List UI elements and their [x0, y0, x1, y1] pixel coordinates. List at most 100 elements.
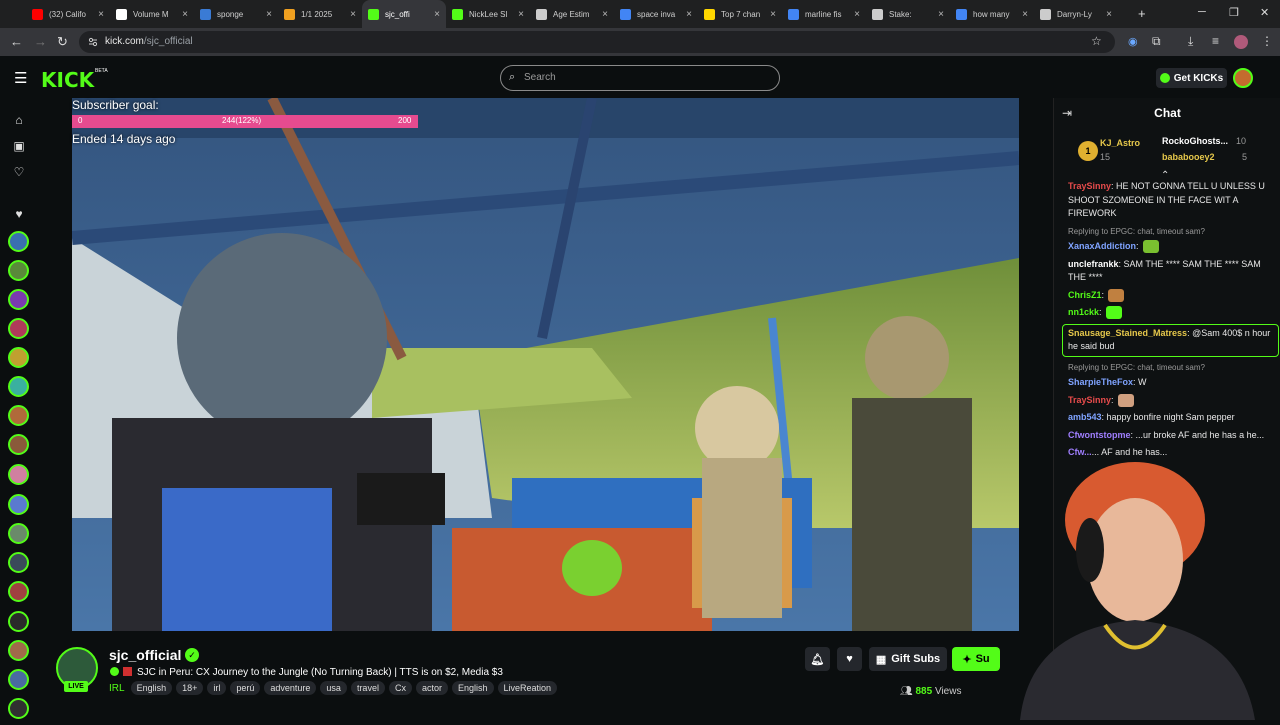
browse-icon[interactable]: ▣ [11, 138, 27, 154]
tag-chip[interactable]: usa [320, 681, 347, 695]
site-info-icon[interactable] [88, 37, 98, 47]
followed-channel-avatar[interactable] [8, 289, 29, 310]
tag-chip[interactable]: perú [230, 681, 261, 695]
close-tab-icon[interactable]: × [686, 9, 692, 20]
close-tab-icon[interactable]: × [1022, 9, 1028, 20]
hamburger-menu-icon[interactable]: ☰ [14, 69, 27, 87]
follow-heart-button[interactable]: ♥ [837, 647, 862, 671]
tag-chip[interactable]: LiveReation [497, 681, 558, 695]
search-input[interactable]: ⌕ Search [500, 65, 780, 91]
chat-username[interactable]: amb543 [1068, 412, 1102, 422]
close-tab-icon[interactable]: × [434, 9, 440, 20]
followed-channel-avatar[interactable] [8, 376, 29, 397]
chat-username[interactable]: SharpieTheFox [1068, 377, 1133, 387]
forward-icon[interactable]: → [34, 34, 47, 49]
followed-channel-avatar[interactable] [8, 494, 29, 515]
profile-avatar[interactable] [1234, 35, 1248, 49]
followed-channel-avatar[interactable] [8, 698, 29, 719]
back-icon[interactable]: ← [10, 34, 23, 49]
new-tab-button[interactable]: + [1138, 6, 1146, 21]
chat-username[interactable]: TraySinny [1068, 395, 1111, 405]
followed-channel-avatar[interactable] [8, 347, 29, 368]
close-tab-icon[interactable]: × [770, 9, 776, 20]
media-controls-icon[interactable]: ≡ [1212, 34, 1219, 48]
close-tab-icon[interactable]: × [854, 9, 860, 20]
browser-tab[interactable]: sjc_offi × [362, 0, 446, 28]
tag-chip[interactable]: adventure [264, 681, 317, 695]
browser-tab[interactable]: (32) Califo × [26, 0, 110, 28]
chat-username[interactable]: XanaxAddiction [1068, 241, 1136, 251]
close-tab-icon[interactable]: × [350, 9, 356, 20]
tag-chip[interactable]: 18+ [176, 681, 204, 695]
category-link[interactable]: IRL [109, 683, 125, 694]
browser-tab[interactable]: space inva × [614, 0, 698, 28]
leader-2-name[interactable]: RockoGhosts... [1162, 136, 1228, 146]
close-tab-icon[interactable]: × [266, 9, 272, 20]
followed-channel-avatar[interactable] [8, 318, 29, 339]
leader-3-name[interactable]: bababooey2 [1162, 152, 1215, 162]
chat-username[interactable]: TraySinny [1068, 181, 1111, 191]
url-bar[interactable]: kick.com/sjc_official ☆ [79, 31, 1115, 53]
tag-chip[interactable]: actor [415, 681, 448, 695]
tag-chip[interactable]: English [451, 681, 494, 695]
followed-channel-avatar[interactable] [8, 231, 29, 252]
chat-username[interactable]: nn1ckk [1068, 307, 1099, 317]
browser-tab[interactable]: Top 7 chan × [698, 0, 782, 28]
notification-bell-button[interactable]: 🔔︎ [805, 647, 830, 671]
browser-tab[interactable]: Darryn-Ly × [1034, 0, 1118, 28]
maximize-button[interactable]: ❐ [1229, 6, 1239, 19]
gift-subs-button[interactable]: ▦ Gift Subs [869, 647, 947, 671]
leader-1-name[interactable]: KJ_Astro [1100, 138, 1140, 148]
home-icon[interactable]: ⌂ [11, 112, 27, 128]
followed-channel-avatar[interactable] [8, 434, 29, 455]
close-tab-icon[interactable]: × [98, 9, 104, 20]
tag-chip[interactable]: English [130, 681, 173, 695]
kick-logo[interactable]: KICK [41, 68, 94, 92]
chat-username[interactable]: Cfwontstopme [1068, 430, 1131, 440]
tag-chip[interactable]: Cx [388, 681, 412, 695]
browser-tab[interactable]: marline fis × [782, 0, 866, 28]
browser-tab[interactable]: NickLee Sl × [446, 0, 530, 28]
followed-channel-avatar[interactable] [8, 523, 29, 544]
followed-channel-avatar[interactable] [8, 464, 29, 485]
close-window-button[interactable]: ✕ [1260, 6, 1269, 19]
browser-tab[interactable]: how many × [950, 0, 1034, 28]
close-tab-icon[interactable]: × [1106, 9, 1112, 20]
close-tab-icon[interactable]: × [938, 9, 944, 20]
chat-username[interactable]: Snausage_Stained_Matress [1068, 328, 1187, 338]
browser-tab[interactable]: sponge × [194, 0, 278, 28]
chat-username[interactable]: unclefrankk [1068, 259, 1119, 269]
followed-channel-avatar[interactable] [8, 611, 29, 632]
tab-favicon-icon [452, 8, 463, 20]
video-player[interactable] [72, 98, 1019, 631]
user-avatar[interactable] [1233, 68, 1253, 88]
audio-cast-icon[interactable]: ◉ [1128, 35, 1138, 48]
close-tab-icon[interactable]: × [182, 9, 188, 20]
minimize-button[interactable]: ─ [1198, 6, 1206, 18]
close-tab-icon[interactable]: × [602, 9, 608, 20]
browser-tab[interactable]: 1/1 2025 × [278, 0, 362, 28]
bookmark-star-icon[interactable]: ☆ [1091, 34, 1102, 48]
followed-channel-avatar[interactable] [8, 552, 29, 573]
followed-channel-avatar[interactable] [8, 260, 29, 281]
browser-tab[interactable]: Stake: × [866, 0, 950, 28]
download-icon[interactable]: ⤓ [1188, 34, 1193, 49]
followed-channel-avatar[interactable] [8, 405, 29, 426]
tag-chip[interactable]: travel [350, 681, 385, 695]
extensions-icon[interactable]: ⧉ [1152, 34, 1161, 49]
tag-chip[interactable]: irl [207, 681, 227, 695]
chat-text: : [1101, 289, 1105, 300]
chat-username[interactable]: ChrisZ1 [1068, 290, 1102, 300]
reload-icon[interactable]: ↻ [57, 34, 68, 50]
get-kicks-button[interactable]: Get KICKs [1156, 68, 1227, 88]
browser-menu-icon[interactable]: ⋮ [1261, 34, 1273, 48]
channel-name[interactable]: sjc_official [109, 647, 181, 663]
followed-channel-avatar[interactable] [8, 640, 29, 661]
following-icon[interactable]: ♡ [11, 164, 27, 180]
followed-channel-avatar[interactable] [8, 669, 29, 690]
browser-tab[interactable]: Volume M × [110, 0, 194, 28]
close-tab-icon[interactable]: × [518, 9, 524, 20]
browser-tab[interactable]: Age Estim × [530, 0, 614, 28]
tab-list: (32) Califo × Volume M × sponge × 1/1 2025 × sjc… [26, 0, 1118, 28]
followed-channel-avatar[interactable] [8, 581, 29, 602]
